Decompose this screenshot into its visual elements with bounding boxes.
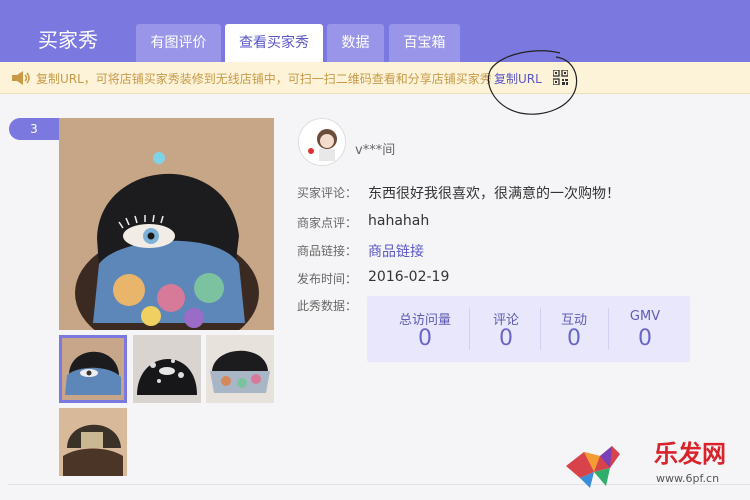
thumbnail-3[interactable] — [206, 335, 274, 403]
tab-data[interactable]: 数据 — [327, 24, 384, 62]
main-product-photo[interactable] — [59, 118, 274, 330]
watermark-url: www.6pf.cn — [656, 472, 719, 485]
stat-comments: 评论 0 — [471, 296, 541, 362]
stat-value: 0 — [499, 326, 513, 351]
review-text: 东西很好我很喜欢，很满意的一次购物！ — [368, 186, 620, 202]
divider — [469, 308, 470, 350]
thumbnail-image — [59, 335, 127, 403]
reply-text: hahahah — [368, 213, 430, 229]
product-link-label: 商品链接： — [297, 244, 358, 258]
stat-value: 0 — [567, 326, 581, 351]
product-link[interactable]: 商品链接 — [368, 241, 424, 261]
thumbnail-4[interactable] — [59, 408, 127, 476]
notice-bar: 复制URL，可将店铺买家秀装修到无线店铺中，可扫一扫二维码查看和分享店铺买家秀 … — [0, 62, 750, 94]
thumbnail-image — [133, 335, 201, 403]
app-title: 买家秀 — [38, 28, 98, 52]
stats-label: 此秀数据： — [297, 299, 358, 313]
avatar-image — [299, 119, 345, 165]
username: v***间 — [355, 143, 396, 158]
watermark-title: 乐发网 — [654, 439, 726, 468]
stat-total-visits: 总访问量 0 — [381, 296, 469, 362]
watermark-logo: 乐发网 www.6pf.cn — [566, 439, 726, 488]
thumbnail-image — [59, 408, 127, 476]
rank-badge: 3 — [9, 118, 59, 140]
cap-photo-illustration — [59, 118, 274, 330]
buyer-show-entry: 3 v***间 买家评论： 东西很好我很喜欢，很满意的一次购物！ 商家点评： h… — [0, 94, 750, 500]
speaker-icon — [12, 71, 30, 85]
stat-gmv: GMV 0 — [609, 296, 681, 362]
top-header: 买家秀 有图评价 查看买家秀 数据 百宝箱 — [0, 0, 750, 62]
copy-url-link[interactable]: 复制URL — [494, 70, 542, 87]
stat-value: 0 — [638, 326, 652, 351]
thumbnail-2[interactable] — [133, 335, 201, 403]
avatar[interactable] — [298, 118, 346, 166]
tab-toolbox[interactable]: 百宝箱 — [389, 24, 460, 62]
review-label: 买家评论： — [297, 186, 358, 200]
qrcode-icon[interactable] — [553, 70, 568, 85]
stats-panel: 总访问量 0 评论 0 互动 0 GMV 0 — [367, 296, 690, 362]
stat-interactions: 互动 0 — [541, 296, 607, 362]
tab-image-reviews[interactable]: 有图评价 — [136, 24, 221, 62]
reply-label: 商家点评： — [297, 216, 358, 230]
stat-value: 0 — [418, 326, 432, 351]
publish-date: 2016-02-19 — [368, 269, 450, 285]
notice-text: 复制URL，可将店铺买家秀装修到无线店铺中，可扫一扫二维码查看和分享店铺买家秀 — [36, 72, 492, 86]
thumbnail-1[interactable] — [59, 335, 127, 403]
date-label: 发布时间： — [297, 272, 358, 286]
stat-label: GMV — [629, 309, 661, 324]
thumbnail-image — [206, 335, 274, 403]
tab-view-buyer-show[interactable]: 查看买家秀 — [225, 24, 323, 62]
